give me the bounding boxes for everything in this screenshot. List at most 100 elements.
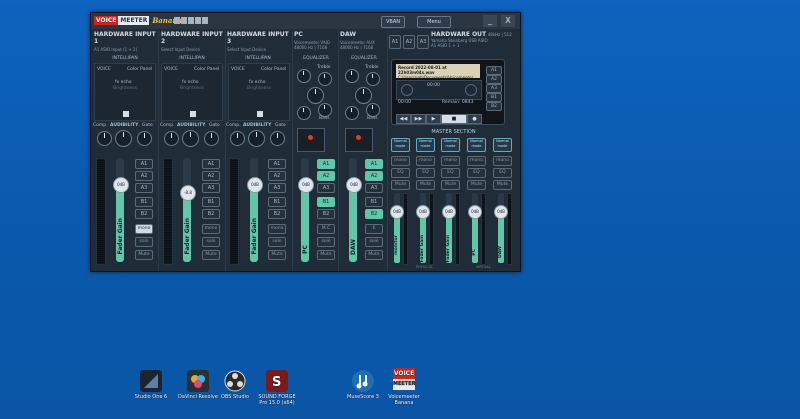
recorder-out-a3[interactable]: A3 bbox=[486, 84, 502, 93]
bus-b1-button[interactable]: B1 bbox=[268, 197, 286, 207]
mode-button-b1[interactable]: Normal mode bbox=[467, 138, 486, 152]
master-eq-button[interactable]: EQ bbox=[467, 168, 486, 178]
master-eq-button[interactable]: EQ bbox=[493, 168, 512, 178]
bus-b1-button[interactable]: B1 bbox=[135, 197, 153, 207]
intellipan-cursor[interactable] bbox=[123, 111, 129, 117]
desktop-icon-sound-forge[interactable]: S SOUND FORGE Pro 15.0 (x64) bbox=[254, 370, 300, 406]
solo-button[interactable]: solo bbox=[365, 237, 383, 247]
master-mono-button[interactable]: mono bbox=[391, 156, 410, 166]
gate-knob[interactable] bbox=[137, 131, 152, 146]
strip-header-3[interactable]: HARDWARE INPUT 3 Select Input Device bbox=[227, 31, 291, 59]
solo-button[interactable]: solo bbox=[202, 237, 220, 247]
mute-button[interactable]: Mute bbox=[268, 250, 286, 260]
treble-knob[interactable] bbox=[366, 72, 380, 86]
virtual-header-daw[interactable]: DAW Voicemeeter AUX 48000 Hz | 7168 bbox=[340, 31, 386, 59]
strip-device[interactable]: Select Input Device bbox=[227, 47, 291, 52]
bus-a3-button[interactable]: A3 bbox=[135, 183, 153, 193]
mute-button[interactable]: Mute bbox=[202, 250, 220, 260]
mono-button[interactable]: mono bbox=[268, 224, 286, 234]
mute-button[interactable]: Mute bbox=[317, 250, 335, 260]
bus-b1-button[interactable]: B1 bbox=[365, 197, 383, 207]
master-mono-button[interactable]: mono bbox=[441, 156, 460, 166]
close-button[interactable]: X bbox=[501, 15, 515, 27]
comp-knob[interactable] bbox=[164, 131, 179, 146]
master-mono-button[interactable]: mono bbox=[416, 156, 435, 166]
master-mono-button[interactable]: mono bbox=[493, 156, 512, 166]
desktop-icon-voicemeeter[interactable]: VOICE MEETER Voicemeeter Banana bbox=[381, 368, 427, 406]
fader-thumb[interactable]: 0dB bbox=[298, 177, 314, 193]
desktop-icon-studio-one[interactable]: Studio One 6 bbox=[128, 370, 174, 400]
mono-button[interactable]: mono bbox=[202, 224, 220, 234]
bus-b2-button[interactable]: B2 bbox=[365, 209, 383, 219]
eq-knob[interactable] bbox=[345, 106, 359, 120]
minimize-button[interactable]: _ bbox=[483, 15, 497, 27]
intellipan-cursor[interactable] bbox=[257, 111, 263, 117]
stop-button[interactable]: ■ bbox=[441, 114, 467, 124]
virtual-header-pc[interactable]: PC Voicemeeter VAIO 48000 Hz | 7168 bbox=[294, 31, 338, 59]
bus-a1-button[interactable]: A1 bbox=[365, 159, 383, 169]
bus-a3-button[interactable]: A3 bbox=[268, 183, 286, 193]
fader-thumb[interactable]: 0dB bbox=[346, 177, 362, 193]
bass-knob[interactable] bbox=[366, 103, 380, 117]
comp-knob[interactable] bbox=[230, 131, 245, 146]
bus-fader-thumb[interactable]: 0dB bbox=[390, 205, 404, 219]
fast-forward-button[interactable]: ▶▶ bbox=[411, 114, 426, 124]
comp-knob[interactable] bbox=[97, 131, 112, 146]
intellipan-panel[interactable]: VOICE Color Panel fx echo Brightness bbox=[228, 63, 290, 121]
strip-header-2[interactable]: HARDWARE INPUT 2 Select Input Device bbox=[161, 31, 225, 59]
recorder-out-a1[interactable]: A1 bbox=[486, 66, 502, 75]
bass-knob[interactable] bbox=[318, 103, 332, 117]
play-button[interactable]: ▶ bbox=[426, 114, 441, 124]
recorder-out-a2[interactable]: A2 bbox=[486, 75, 502, 84]
treble-knob[interactable] bbox=[318, 72, 332, 86]
bus-fader-thumb[interactable]: 0dB bbox=[416, 205, 430, 219]
bus-b2-button[interactable]: B2 bbox=[135, 209, 153, 219]
master-eq-button[interactable]: EQ bbox=[441, 168, 460, 178]
master-mute-button[interactable]: Mute bbox=[493, 180, 512, 190]
hw-out-a2[interactable]: A2 bbox=[403, 35, 415, 49]
virtual-fx-indicator[interactable] bbox=[297, 128, 325, 152]
fader-thumb[interactable]: -8.8 bbox=[180, 185, 196, 201]
solo-button[interactable]: solo bbox=[317, 237, 335, 247]
menu-button[interactable]: Menu bbox=[417, 16, 451, 28]
eq-knob[interactable] bbox=[345, 69, 359, 83]
intellipan-panel[interactable]: VOICE Color Panel fx echo Brightness bbox=[94, 63, 156, 121]
bus-a3-button[interactable]: A3 bbox=[202, 183, 220, 193]
bus-b1-button[interactable]: B1 bbox=[317, 197, 335, 207]
mid-knob[interactable] bbox=[307, 87, 324, 104]
desktop-icon-obs-studio[interactable]: OBS Studio bbox=[212, 370, 258, 400]
mute-button[interactable]: Mute bbox=[135, 250, 153, 260]
desktop-icon-musescore[interactable]: MuseScore 3 bbox=[340, 370, 386, 400]
strip-header-1[interactable]: HARDWARE INPUT 1 A1 ASIO Input (1 + 2) bbox=[94, 31, 158, 59]
audibility-knob[interactable] bbox=[248, 130, 265, 147]
hw-out-a3[interactable]: A3 bbox=[417, 35, 429, 49]
fader-thumb[interactable]: 0dB bbox=[247, 177, 263, 193]
mode-button-a1[interactable]: Normal mode bbox=[391, 138, 410, 152]
hw-out-header[interactable]: HARDWARE OUT 48kHz | 512 Yamaha Steinber… bbox=[431, 31, 519, 59]
master-mute-button[interactable]: Mute bbox=[391, 180, 410, 190]
mode-button-a3[interactable]: Normal mode bbox=[441, 138, 460, 152]
recorder-out-b2[interactable]: B2 bbox=[486, 102, 502, 111]
fader-thumb[interactable]: 0dB bbox=[113, 177, 129, 193]
eq-knob[interactable] bbox=[297, 106, 311, 120]
master-eq-button[interactable]: EQ bbox=[416, 168, 435, 178]
record-button[interactable]: ● bbox=[467, 114, 482, 124]
master-mute-button[interactable]: Mute bbox=[467, 180, 486, 190]
master-mute-button[interactable]: Mute bbox=[441, 180, 460, 190]
mode-button-b2[interactable]: Normal mode bbox=[493, 138, 512, 152]
bus-a1-button[interactable]: A1 bbox=[202, 159, 220, 169]
bus-fader-thumb[interactable]: 0dB bbox=[468, 205, 482, 219]
audibility-knob[interactable] bbox=[182, 130, 199, 147]
bus-a2-button[interactable]: A2 bbox=[365, 171, 383, 181]
solo-button[interactable]: solo bbox=[268, 237, 286, 247]
bus-a1-button[interactable]: A1 bbox=[268, 159, 286, 169]
virtual-fx-indicator[interactable] bbox=[345, 128, 373, 152]
bus-fader-thumb[interactable]: 0dB bbox=[442, 205, 456, 219]
hw-out-a1[interactable]: A1 bbox=[389, 35, 401, 49]
bus-a2-button[interactable]: A2 bbox=[268, 171, 286, 181]
gate-knob[interactable] bbox=[270, 131, 285, 146]
bus-a1-button[interactable]: A1 bbox=[317, 159, 335, 169]
mc-button[interactable]: M.C bbox=[317, 224, 335, 234]
bus-a3-button[interactable]: A3 bbox=[365, 183, 383, 193]
rewind-button[interactable]: ◀◀ bbox=[396, 114, 411, 124]
